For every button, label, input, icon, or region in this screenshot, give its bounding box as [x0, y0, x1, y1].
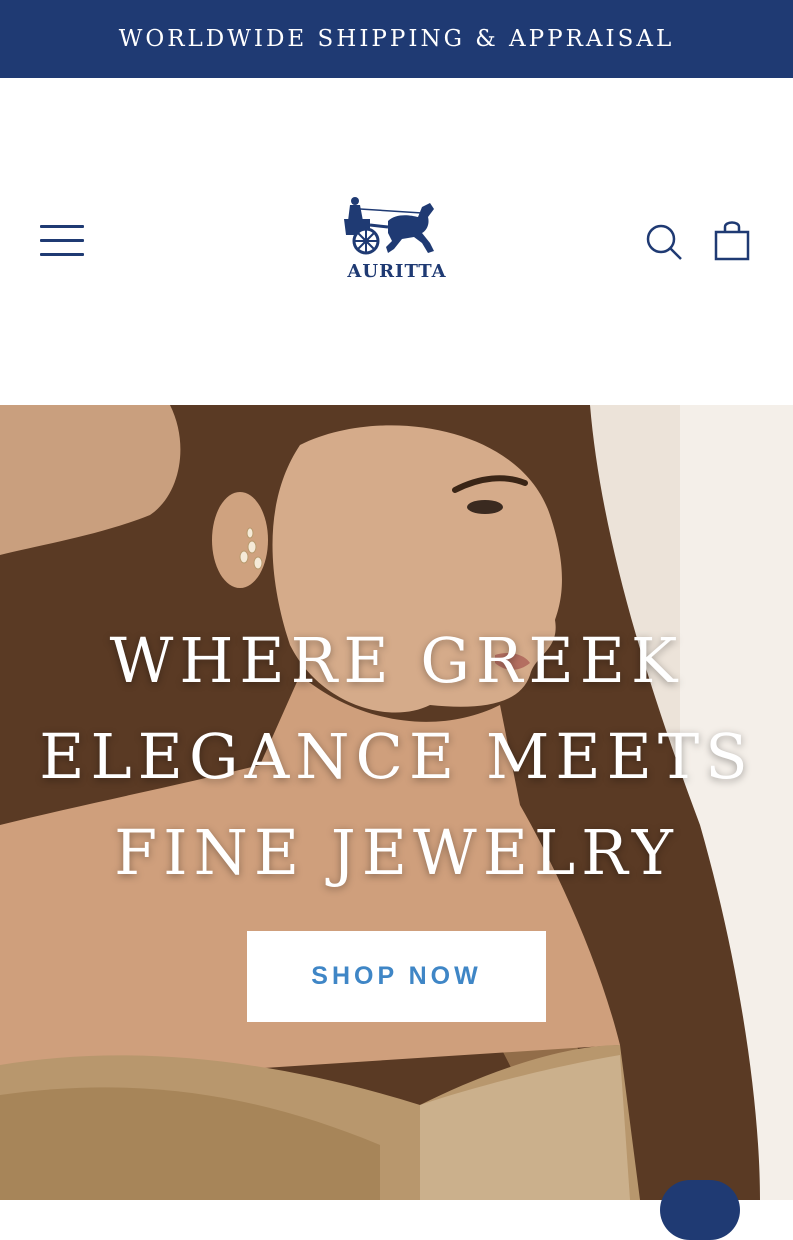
announcement-bar: WORLDWIDE SHIPPING & APPRAISAL — [0, 0, 793, 78]
chat-widget-button[interactable] — [660, 1180, 740, 1240]
site-header: AURITTA — [0, 78, 793, 405]
chariot-logo-icon — [344, 197, 434, 255]
announcement-text: WORLDWIDE SHIPPING & APPRAISAL — [118, 26, 675, 52]
search-icon[interactable] — [644, 222, 684, 262]
brand-name: AURITTA — [347, 261, 447, 282]
hero-banner: WHERE GREEK ELEGANCE MEETS FINE JEWELRY … — [0, 405, 793, 1200]
brand-logo[interactable]: AURITTA — [330, 191, 464, 287]
shopping-bag-icon[interactable] — [712, 218, 752, 262]
hamburger-menu-icon[interactable] — [40, 225, 86, 257]
hero-title: WHERE GREEK ELEGANCE MEETS FINE JEWELRY — [39, 624, 754, 889]
shop-now-label: SHOP NOW — [311, 962, 482, 990]
shop-now-button[interactable]: SHOP NOW — [247, 931, 546, 1022]
